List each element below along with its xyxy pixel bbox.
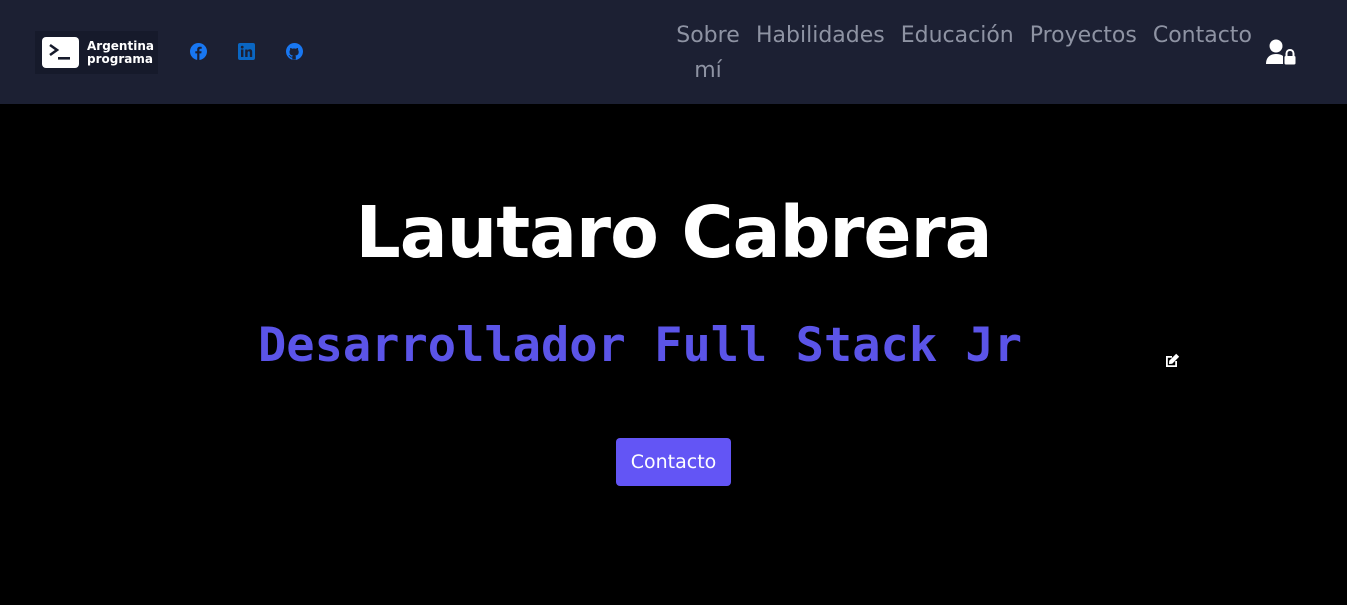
facebook-icon xyxy=(189,42,207,60)
facebook-link[interactable] xyxy=(188,41,208,61)
brand-logo[interactable]: Argentina programa xyxy=(35,31,158,74)
nav-item-contacto[interactable]: Contacto xyxy=(1145,18,1260,53)
nav-item-proyectos[interactable]: Proyectos xyxy=(1022,18,1145,53)
linkedin-icon xyxy=(237,42,255,60)
user-lock-icon xyxy=(1266,39,1296,65)
navbar: Argentina programa Sobre mí Habilidades … xyxy=(0,0,1347,104)
nav-item-habilidades[interactable]: Habilidades xyxy=(748,18,893,53)
login-button[interactable] xyxy=(1265,38,1299,66)
terminal-prompt-icon xyxy=(42,37,79,68)
github-link[interactable] xyxy=(284,41,304,61)
main-nav: Sobre mí Habilidades Educación Proyectos… xyxy=(668,18,1260,88)
github-icon xyxy=(285,42,303,60)
linkedin-link[interactable] xyxy=(236,41,256,61)
edit-icon xyxy=(1166,353,1180,367)
nav-item-sobre-mi[interactable]: Sobre mí xyxy=(668,18,748,88)
hero-subtitle: Desarrollador Full Stack Jr xyxy=(258,318,1023,373)
hero-title: Lautaro Cabrera xyxy=(355,191,993,274)
brand-line-2: programa xyxy=(87,51,153,66)
nav-item-educacion[interactable]: Educación xyxy=(893,18,1022,53)
edit-button[interactable] xyxy=(1163,352,1181,370)
contact-button[interactable]: Contacto xyxy=(616,438,731,486)
brand-line-1: Argentina xyxy=(87,38,154,53)
brand-text: Argentina programa xyxy=(87,38,154,66)
